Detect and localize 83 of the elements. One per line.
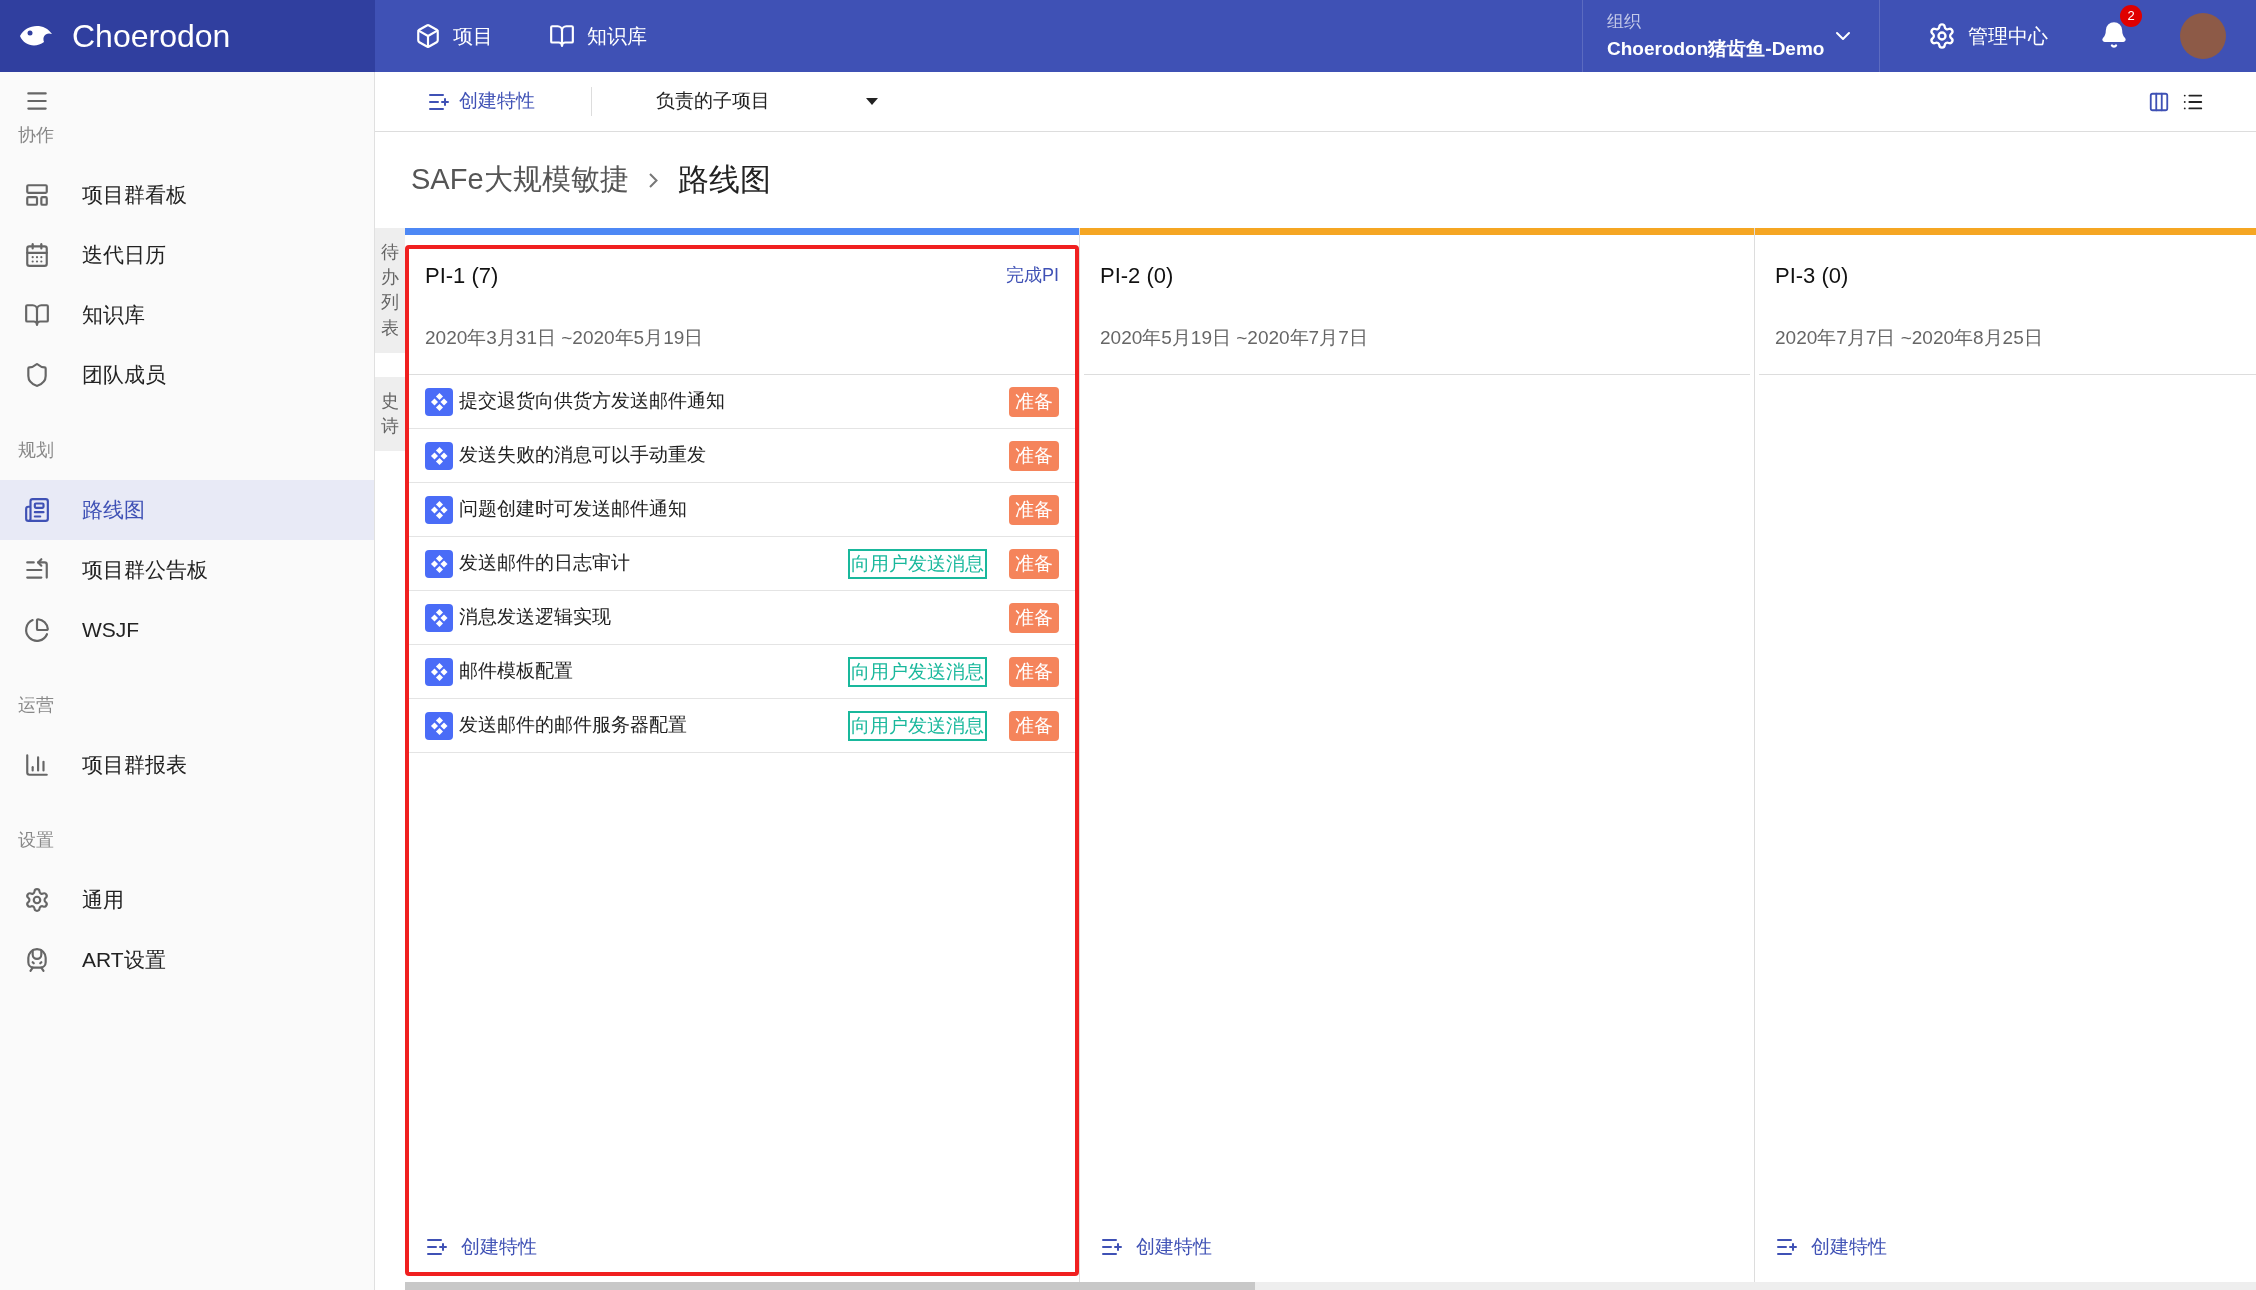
sidebar-item[interactable]: 路线图 bbox=[0, 480, 374, 540]
feature-icon bbox=[425, 711, 453, 740]
notification-badge: 2 bbox=[2120, 4, 2142, 27]
status-tag: 准备 bbox=[1009, 494, 1059, 525]
status-tag: 准备 bbox=[1009, 386, 1059, 417]
pi-dates: 2020年5月19日 ~2020年7月7日 bbox=[1100, 326, 1369, 350]
nav-link[interactable]: 知识库 bbox=[549, 21, 647, 51]
feature-title: 消息发送逻辑实现 bbox=[459, 605, 612, 630]
complete-pi-link[interactable]: 完成PI bbox=[1006, 262, 1059, 289]
feature-title: 提交退货向供货方发送邮件通知 bbox=[459, 389, 726, 414]
vertical-tab[interactable]: 待办列表 bbox=[375, 228, 405, 353]
pi-title: PI-3 (0) bbox=[1775, 262, 1849, 290]
sidebar-item[interactable]: 通用 bbox=[0, 870, 374, 930]
menu-item-icon bbox=[24, 497, 50, 523]
feature-row[interactable]: 问题创建时可发送邮件通知 准备 bbox=[409, 483, 1075, 537]
status-tag: 准备 bbox=[1009, 602, 1059, 633]
section-title: 协作 bbox=[17, 124, 55, 147]
feature-icon bbox=[425, 603, 453, 632]
page-title: 路线图 bbox=[677, 160, 771, 199]
menu-item-icon bbox=[24, 182, 50, 208]
status-tag: 准备 bbox=[1009, 710, 1059, 741]
status-tag: 准备 bbox=[1009, 440, 1059, 471]
feature-row[interactable]: 消息发送逻辑实现 准备 bbox=[409, 591, 1075, 645]
sidebar-item[interactable]: 迭代日历 bbox=[0, 225, 374, 285]
menu-item-icon bbox=[24, 242, 50, 268]
settings-icon bbox=[1928, 22, 1956, 50]
sidebar-item[interactable]: 团队成员 bbox=[0, 345, 374, 405]
section-title: 规划 bbox=[17, 439, 55, 462]
feature-row[interactable]: 提交退货向供货方发送邮件通知 准备 bbox=[409, 375, 1075, 429]
sidebar-item[interactable]: ART设置 bbox=[0, 930, 374, 990]
nav-link[interactable]: 项目 bbox=[415, 21, 493, 51]
cube-icon bbox=[415, 23, 441, 49]
pi-dates: 2020年3月31日 ~2020年5月19日 bbox=[425, 326, 705, 350]
vertical-tab[interactable]: 史诗 bbox=[375, 376, 405, 452]
section-title: 运营 bbox=[17, 694, 55, 717]
pi-dates: 2020年7月7日 ~2020年8月25日 bbox=[1775, 326, 2044, 350]
pi-title: PI-1 (7) bbox=[425, 262, 499, 290]
pi-title: PI-2 (0) bbox=[1100, 262, 1174, 290]
feature-icon bbox=[425, 441, 453, 470]
create-feature-link[interactable]: 创建特性 bbox=[1759, 1222, 2256, 1272]
section-title: 设置 bbox=[17, 829, 55, 852]
feature-title: 发送失败的消息可以手动重发 bbox=[459, 443, 707, 468]
sidebar-item[interactable]: 知识库 bbox=[0, 285, 374, 345]
status-tag: 准备 bbox=[1009, 656, 1059, 687]
feature-title: 邮件模板配置 bbox=[459, 659, 574, 684]
feature-title: 问题创建时可发送邮件通知 bbox=[459, 497, 688, 522]
menu-item-icon bbox=[24, 887, 50, 913]
status-tag: 准备 bbox=[1009, 548, 1059, 579]
sidebar-item[interactable]: WSJF bbox=[0, 600, 374, 660]
book-icon bbox=[549, 23, 575, 49]
sidebar-item[interactable]: 项目群公告板 bbox=[0, 540, 374, 600]
feature-icon bbox=[425, 549, 453, 578]
menu-item-icon bbox=[24, 362, 50, 388]
feature-row[interactable]: 发送邮件的日志审计 向用户发送消息 准备 bbox=[409, 537, 1075, 591]
breadcrumb-link[interactable]: SAFe大规模敏捷 bbox=[411, 158, 629, 202]
create-feature-button[interactable]: 创建特性 bbox=[427, 87, 592, 116]
feature-icon bbox=[425, 387, 453, 416]
chevron-right-icon bbox=[648, 172, 658, 188]
epic-tag: 向用户发送消息 bbox=[848, 656, 987, 687]
horizontal-scrollbar[interactable] bbox=[405, 1282, 2256, 1290]
app-name: Choerodon bbox=[72, 17, 231, 56]
epic-tag: 向用户发送消息 bbox=[848, 710, 987, 741]
feature-row[interactable]: 发送邮件的邮件服务器配置 向用户发送消息 准备 bbox=[409, 699, 1075, 753]
board-view-icon[interactable] bbox=[2148, 90, 2170, 113]
feature-title: 发送邮件的邮件服务器配置 bbox=[459, 713, 688, 738]
menu-item-icon bbox=[24, 752, 50, 778]
menu-item-icon bbox=[24, 302, 50, 328]
feature-icon bbox=[425, 657, 453, 686]
subproject-filter[interactable]: 负责的子项目 bbox=[656, 87, 878, 116]
organization-selector[interactable]: 组织 Choerodon猪齿鱼-Demo bbox=[1582, 0, 1880, 72]
menu-item-icon bbox=[24, 947, 50, 973]
sidebar-item[interactable]: 项目群看板 bbox=[0, 165, 374, 225]
epic-tag: 向用户发送消息 bbox=[848, 548, 987, 579]
caret-down-icon bbox=[866, 98, 878, 105]
sidebar-item[interactable]: 项目群报表 bbox=[0, 735, 374, 795]
feature-icon bbox=[425, 495, 453, 524]
feature-row[interactable]: 发送失败的消息可以手动重发 准备 bbox=[409, 429, 1075, 483]
create-feature-link[interactable]: 创建特性 bbox=[1084, 1222, 1750, 1272]
feature-title: 发送邮件的日志审计 bbox=[459, 551, 631, 576]
menu-item-icon bbox=[24, 617, 50, 643]
feature-row[interactable]: 邮件模板配置 向用户发送消息 准备 bbox=[409, 645, 1075, 699]
admin-center-button[interactable]: 管理中心 bbox=[1880, 21, 2096, 51]
create-feature-link[interactable]: 创建特性 bbox=[409, 1222, 1075, 1272]
